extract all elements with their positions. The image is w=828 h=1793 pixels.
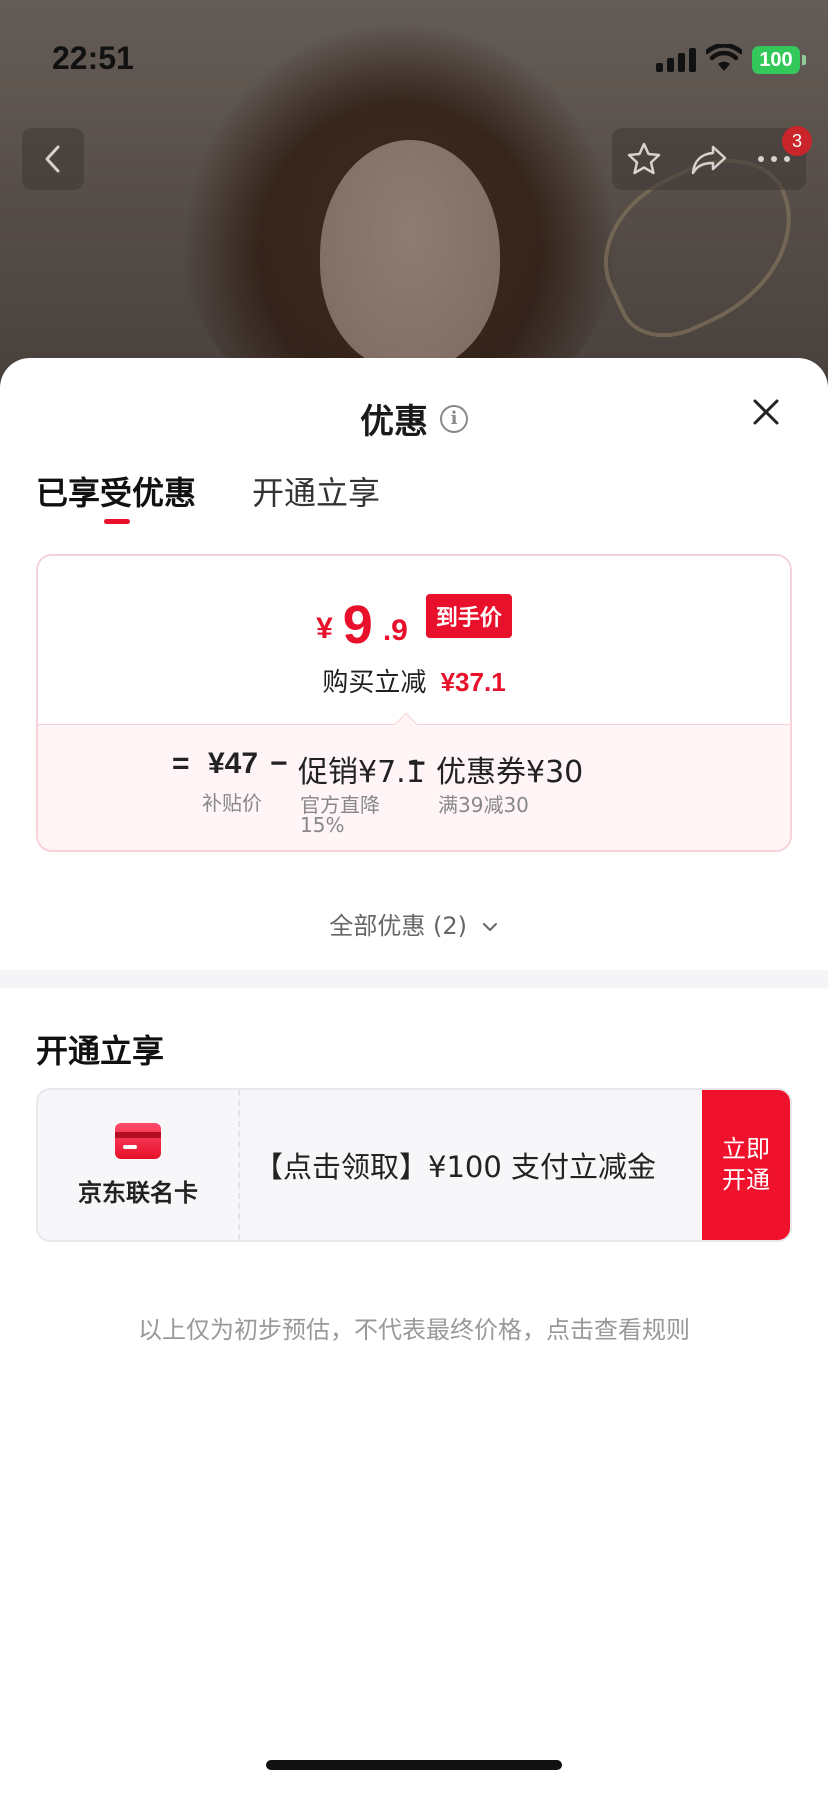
all-offers-label: 全部优惠 (2) (329, 912, 467, 940)
info-icon[interactable]: i (440, 404, 468, 433)
battery-indicator: 100 (752, 46, 806, 74)
card-name: 京东联名卡 (78, 1178, 198, 1207)
offer-text: 【点击领取】¥100 支付立减金 (254, 1150, 657, 1184)
top-action-group (612, 128, 806, 190)
close-icon (753, 399, 779, 425)
section-divider (0, 970, 828, 988)
reduction-label: 购买立减 (322, 668, 427, 698)
currency-symbol: ¥ (316, 612, 333, 645)
open-now-button[interactable]: 立即开通 (702, 1090, 790, 1240)
disclaimer-rules-link[interactable]: 以上仅为初步预估，不代表最终价格，点击查看规则 (0, 1310, 828, 1345)
reduction-amount: ¥37.1 (440, 667, 506, 697)
open-now-label: 立即开通 (722, 1134, 770, 1194)
cellular-signal-icon (656, 48, 696, 72)
price-breakdown-card: ¥ 9 .9 到手价 购买立减 ¥37.1 = ¥47 − 促销¥7.1 − 优… (36, 554, 792, 852)
final-price-section: ¥ 9 .9 到手价 购买立减 ¥37.1 (38, 556, 790, 724)
card-brand: 京东联名卡 (38, 1090, 240, 1240)
purchase-reduction: 购买立减 ¥37.1 (38, 662, 790, 699)
all-offers-link[interactable]: 全部优惠 (2) (0, 906, 828, 941)
co-branded-card-offer[interactable]: 京东联名卡 【点击领取】¥100 支付立减金 立即开通 (36, 1088, 792, 1242)
promo-percent: 15% (300, 813, 345, 837)
back-button[interactable] (22, 128, 84, 190)
price-integer: 9 (342, 595, 373, 655)
favorite-button[interactable] (612, 128, 677, 190)
coupon-label: 满39减30 (438, 793, 529, 817)
home-indicator (266, 1760, 562, 1770)
discount-sheet: 优惠 i 已享受优惠 开通立享 ¥ 9 .9 到手价 购买立减 ¥37.1 = … (0, 358, 828, 1793)
tab-open-to-enjoy[interactable]: 开通立享 (252, 468, 380, 524)
more-dots-icon (757, 156, 790, 162)
price-formula-section: = ¥47 − 促销¥7.1 − 优惠券¥30 补贴价 官方直降 15% 满39… (38, 712, 790, 850)
price-formula: = ¥47 − 促销¥7.1 − 优惠券¥30 (38, 747, 790, 790)
tab-bar: 已享受优惠 开通立享 (36, 468, 380, 524)
status-time: 22:51 (52, 40, 134, 76)
chevron-left-icon (45, 145, 60, 173)
minus-sign-1: − (270, 747, 288, 780)
wifi-icon (706, 44, 742, 71)
base-price: ¥47 (208, 747, 259, 780)
credit-card-icon (115, 1122, 161, 1159)
price-decimal: .9 (382, 614, 408, 647)
close-button[interactable] (746, 392, 786, 432)
star-icon (628, 142, 661, 175)
minus-sign-2: − (408, 747, 426, 780)
section-title: 开通立享 (36, 1032, 165, 1070)
sheet-title: 优惠 (360, 402, 428, 442)
chevron-down-icon (482, 923, 497, 931)
base-price-label: 补贴价 (202, 791, 262, 815)
share-icon (691, 145, 727, 175)
sheet-header: 优惠 i (0, 394, 828, 443)
equals-sign: = (172, 747, 190, 780)
final-price-tag: 到手价 (425, 594, 512, 638)
tab-enjoyed-discounts[interactable]: 已享受优惠 (36, 468, 196, 524)
share-button[interactable] (677, 128, 742, 190)
coupon-amount: 优惠券¥30 (436, 755, 584, 790)
notification-badge: 3 (782, 126, 812, 156)
promo-amount: 促销¥7.1 (298, 755, 425, 790)
status-bar: 22:51 100 (0, 0, 828, 120)
final-price: ¥ 9 .9 到手价 (38, 594, 790, 652)
